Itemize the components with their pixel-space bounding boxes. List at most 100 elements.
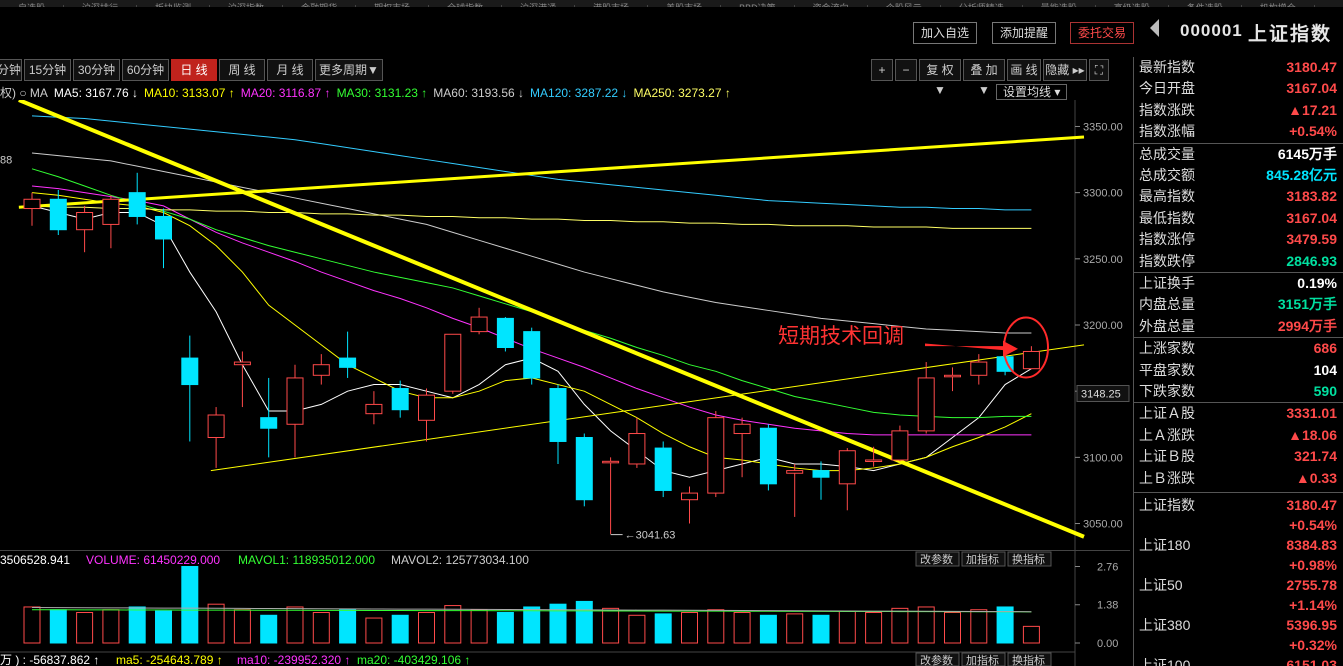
candle-body — [102, 198, 120, 225]
quote-value: +0.54% — [1289, 123, 1337, 140]
add-alert-button[interactable]: 添加提醒 — [992, 22, 1057, 44]
index-change-row: +0.98% — [1139, 555, 1337, 576]
volume-legend-item: VOLUME: 61450229.000 — [86, 553, 220, 567]
candle[interactable] — [444, 333, 462, 394]
volume-bar — [76, 612, 94, 644]
volume-bar — [49, 609, 67, 644]
volume-bar — [602, 607, 620, 644]
candle-body — [207, 414, 225, 438]
volume-bar — [786, 613, 804, 644]
volume-bar — [944, 612, 961, 644]
quote-value: 0.19% — [1297, 275, 1337, 291]
period-tab[interactable]: 分钟 — [0, 59, 22, 81]
quote-value: 686 — [1313, 340, 1337, 357]
volume-bar — [628, 614, 646, 644]
period-tab[interactable]: 日 线 — [171, 59, 217, 81]
index-row[interactable]: 上证100 6151.03 — [1139, 655, 1337, 666]
candle[interactable] — [759, 424, 777, 491]
candle-body — [339, 357, 357, 368]
index-row[interactable]: 上证380 5396.95 — [1139, 615, 1337, 636]
index-change: +1.14% — [1289, 597, 1337, 613]
index-row[interactable]: 上证180 8384.83 — [1139, 535, 1337, 556]
candle[interactable] — [575, 433, 593, 507]
chart-tool-button[interactable]: 叠 加 ▼ — [963, 59, 1005, 97]
candle[interactable] — [707, 411, 725, 498]
quote-label: 上Ａ涨跌 — [1139, 426, 1195, 443]
chart-tool-button[interactable]: + — [871, 59, 893, 81]
index-row[interactable]: 上证50 2755.78 — [1139, 575, 1337, 596]
index-label: 上证指数 — [1139, 497, 1195, 513]
quote-panel: 最新指数 3180.47 今日开盘 3167.04 指数涨跌 ▲17.21 指数涨幅 +0.5… — [1133, 57, 1343, 666]
quote-value: 3167.04 — [1286, 209, 1337, 226]
quote-value: 3183.82 — [1286, 188, 1337, 205]
candle-body — [260, 417, 278, 429]
period-tab[interactable]: 周 线 — [219, 59, 265, 81]
candle[interactable] — [523, 327, 541, 385]
macd-legend-item: ma5: -254643.789 ↑ — [116, 653, 223, 666]
candle[interactable] — [891, 425, 909, 462]
quote-row: 上证Ａ股 3331.01 — [1139, 403, 1337, 424]
chart-tool-button[interactable]: − — [895, 59, 917, 81]
quote-row: 总成交额 845.28亿元 — [1139, 165, 1337, 186]
volume-bar — [812, 614, 830, 644]
quote-value: 3180.47 — [1286, 59, 1337, 75]
chart-tool-button[interactable]: 隐藏 ▸▸ — [1043, 59, 1087, 81]
quote-row: 最新指数 3180.47 — [1139, 57, 1337, 78]
stock-name: 上证指数 — [1248, 24, 1333, 45]
volume-bar — [496, 612, 514, 644]
chart-tool-button[interactable]: 复 权 ▼ — [919, 59, 961, 97]
candlestick-chart[interactable]: 3050.003100.003150.003200.003250.003300.… — [0, 100, 1130, 550]
quote-label: 最高指数 — [1139, 188, 1195, 205]
quote-row: 最高指数 3183.82 — [1139, 186, 1337, 207]
quote-row: 上Ａ涨跌 ▲18.06 — [1139, 425, 1337, 446]
candle-body — [155, 215, 172, 240]
period-tab[interactable]: 更多周期▼ — [315, 59, 383, 81]
quote-value: 3151万手 — [1277, 296, 1337, 313]
quote-label: 指数涨停 — [1139, 231, 1195, 248]
period-tab[interactable]: 月 线 — [267, 59, 313, 81]
period-tab[interactable]: 60分钟 — [122, 59, 169, 81]
volume-tick-label: 1.38 — [1097, 600, 1118, 612]
quote-value: ▲18.06 — [1288, 426, 1337, 443]
volume-bar — [759, 614, 777, 644]
candle-body — [523, 331, 541, 379]
period-tab[interactable]: 30分钟 — [73, 59, 120, 81]
index-row[interactable]: 上证指数 3180.47 — [1139, 495, 1337, 516]
ma-settings-button[interactable]: 设置均线 ▾ — [996, 84, 1068, 100]
candle-body — [312, 364, 330, 376]
candle[interactable] — [496, 317, 514, 352]
volume-chart[interactable]: 3506528.941 VOLUME: 61450229.000 MAVOL1: 1… — [0, 550, 1130, 666]
period-toolbar: 分钟 15分钟 30分钟 60分钟日 线周 线月 线更多周期▼ + − 复 权 ▼ 叠 加 ▼… — [0, 59, 1130, 97]
macd-legend-item: ma20: -403429.106 ↑ — [357, 653, 470, 666]
index-value: 5396.95 — [1286, 617, 1337, 633]
candle-body — [707, 417, 725, 494]
quote-label: 指数涨跌 — [1139, 101, 1195, 118]
candle-body — [418, 394, 435, 421]
candle-body — [786, 470, 804, 474]
volume-tick-label: 0.00 — [1097, 638, 1118, 650]
candle-body — [838, 450, 856, 485]
candle-body — [49, 198, 67, 231]
period-tab[interactable]: 15分钟 — [24, 59, 71, 81]
quote-row: 上涨家数 686 — [1139, 338, 1337, 359]
volume-bar — [155, 610, 172, 644]
quote-row: 最低指数 3167.04 — [1139, 208, 1337, 229]
quote-row: 今日开盘 3167.04 — [1139, 78, 1337, 99]
chart-tool-button[interactable]: 画 线 — [1007, 59, 1041, 81]
volume-bar — [444, 605, 462, 644]
trade-order-button[interactable]: 委托交易 — [1070, 22, 1135, 44]
chart-tool-button[interactable]: ⛶ — [1089, 59, 1109, 81]
ma-legend-item: MA20: 3116.87 ↑ — [240, 86, 331, 100]
volume-bar — [733, 612, 751, 644]
index-change-row: +0.54% — [1139, 515, 1337, 536]
quote-value: 845.28亿元 — [1266, 167, 1337, 183]
candle-body — [76, 212, 94, 231]
candle-body — [759, 427, 777, 485]
volume-bar — [260, 614, 278, 644]
prev-stock-icon[interactable] — [1150, 19, 1159, 37]
quote-row: 上Ｂ涨跌 ▲0.33 — [1139, 468, 1337, 489]
add-watchlist-button[interactable]: 加入自选 — [913, 22, 978, 44]
volume-bar — [470, 609, 488, 644]
candle[interactable] — [654, 441, 672, 498]
candle-body — [970, 361, 988, 376]
